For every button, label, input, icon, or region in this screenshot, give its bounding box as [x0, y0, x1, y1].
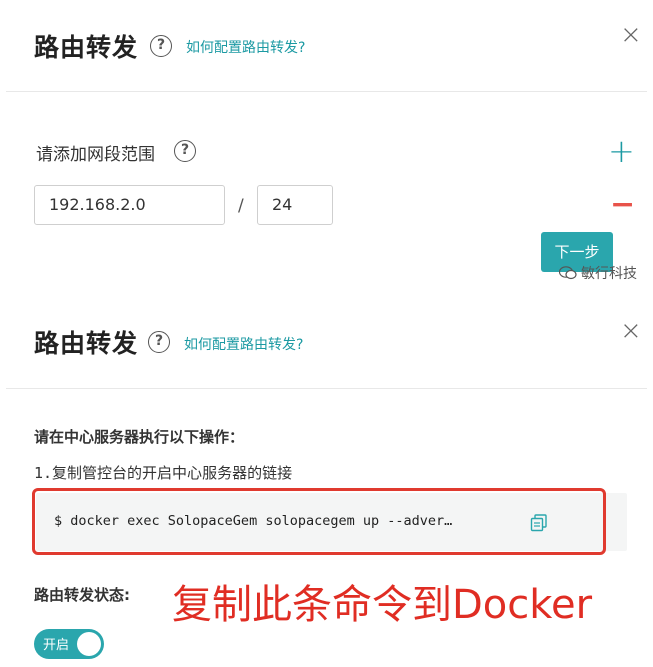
instruction-heading: 请在中心服务器执行以下操作：: [34, 428, 245, 446]
range-label: 请添加网段范围: [36, 145, 155, 165]
help-icon[interactable]: ?: [150, 35, 172, 57]
subnet-mask-input[interactable]: 24: [257, 185, 333, 225]
watermark: 敏行科技: [558, 263, 637, 283]
route-forward-panel-step2: 路由转发 ? 如何配置路由转发? × 请在中心服务器执行以下操作： 1.复制管控…: [0, 300, 653, 667]
route-forward-toggle[interactable]: 开启: [34, 629, 104, 659]
step-1-text: 1.复制管控台的开启中心服务器的链接: [34, 464, 293, 482]
watermark-text: 敏行科技: [581, 266, 637, 282]
close-icon[interactable]: ×: [620, 318, 642, 344]
cidr-separator: /: [238, 196, 244, 216]
add-range-icon[interactable]: +: [608, 135, 635, 167]
toggle-knob: [77, 632, 101, 656]
close-icon[interactable]: ×: [620, 22, 642, 48]
ip-address-input[interactable]: 192.168.2.0: [34, 185, 225, 225]
help-link[interactable]: 如何配置路由转发?: [184, 334, 303, 354]
toggle-label: 开启: [43, 638, 70, 653]
header-divider: [6, 388, 647, 389]
status-label: 路由转发状态:: [34, 586, 130, 604]
header-divider: [6, 91, 647, 92]
highlight-frame: [32, 488, 606, 555]
route-forward-panel-step1: 路由转发 ? 如何配置路由转发? × 请添加网段范围 ? + 192.168.2…: [0, 0, 653, 290]
help-icon[interactable]: ?: [174, 140, 196, 162]
annotation-text: 复制此条命令到Docker: [172, 582, 593, 628]
help-link[interactable]: 如何配置路由转发?: [186, 37, 305, 57]
wechat-icon: [558, 266, 577, 280]
help-icon[interactable]: ?: [148, 331, 170, 353]
remove-range-icon[interactable]: −: [610, 190, 635, 220]
panel-title: 路由转发: [34, 329, 139, 358]
panel-title: 路由转发: [34, 33, 139, 62]
